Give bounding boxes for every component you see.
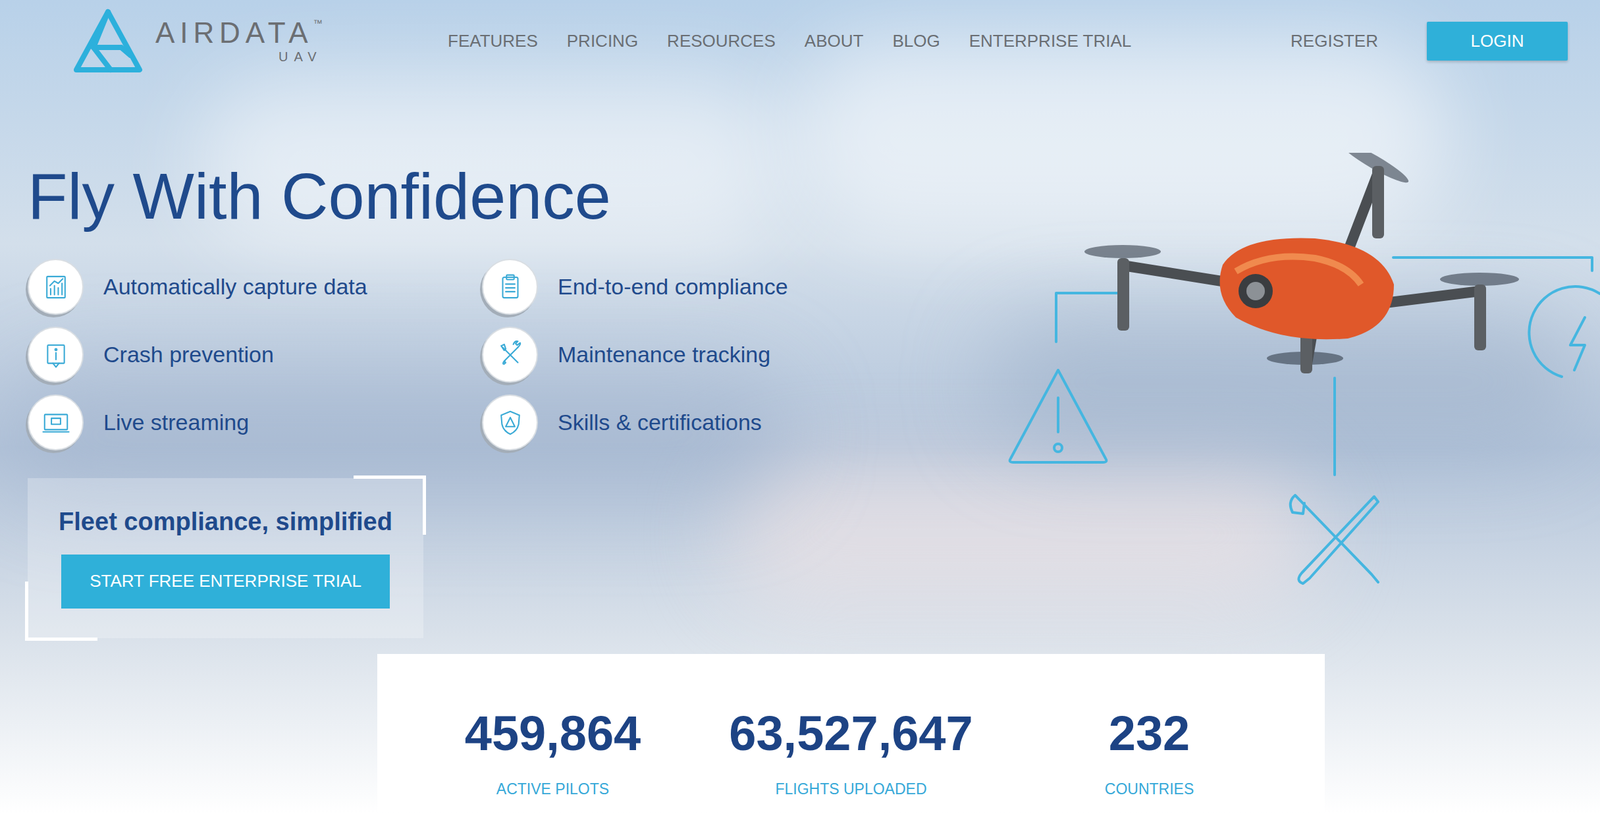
page: AIRDATA™ UAV FEATURES PRICING RESOURCES ABOU… xyxy=(0,0,1600,814)
main-menu: FEATURES PRICING RESOURCES ABOUT BLOG ENTERPR… xyxy=(447,28,1132,54)
logo-icon xyxy=(71,7,145,74)
nav-link[interactable]: RESOURCES xyxy=(666,28,776,54)
logo-trademark: ™ xyxy=(313,18,323,28)
cta-title: Fleet compliance, simplified xyxy=(58,506,393,538)
hero-title: Fly With Confidence xyxy=(27,163,1600,229)
feature-item: Maintenance tracking xyxy=(481,326,1600,383)
feature-label: Automatically capture data xyxy=(103,269,368,304)
cloud xyxy=(790,39,1449,238)
feature-label: End-to-end compliance xyxy=(557,269,789,304)
drone-icon xyxy=(1005,152,1600,588)
cloud xyxy=(724,460,1317,606)
start-trial-button[interactable]: START FREE ENTERPRISE TRIAL xyxy=(61,554,390,609)
nav-link[interactable]: ENTERPRISE TRIAL xyxy=(969,28,1132,54)
feature-item: Automatically capture data xyxy=(27,258,482,315)
nav-link[interactable]: ABOUT xyxy=(804,28,864,54)
stat-value: 232 xyxy=(1108,709,1190,758)
hero: Fly With Confidence Automatically captur… xyxy=(0,163,1600,812)
drone-illustration xyxy=(1005,152,1600,588)
top-nav: AIRDATA™ UAV FEATURES PRICING RESOURCES ABOU… xyxy=(0,0,1600,82)
tools-icon xyxy=(481,326,538,383)
cta-box: Fleet compliance, simplified START FREE E… xyxy=(27,478,424,639)
nav-link[interactable]: FEATURES xyxy=(447,28,538,54)
stat-value: 459,864 xyxy=(464,709,642,758)
logo-name: AIRDATA xyxy=(155,18,314,48)
logo[interactable]: AIRDATA™ UAV xyxy=(71,7,448,74)
stat: 232 COUNTRIES xyxy=(1000,709,1299,812)
stat: 63,527,647 FLIGHTS UPLOADED xyxy=(701,709,1001,812)
feature-item: Skills & certifications xyxy=(481,394,1600,451)
register-link[interactable]: REGISTER xyxy=(1290,28,1379,54)
feature-item: Crash prevention xyxy=(27,326,482,383)
cloud xyxy=(987,316,1581,448)
stat-label: ACTIVE PILOTS xyxy=(496,777,610,801)
feature-label: Crash prevention xyxy=(103,337,274,372)
feature-label: Live streaming xyxy=(103,405,249,440)
auth-links: REGISTER LOGIN xyxy=(1290,21,1568,61)
logo-sub: UAV xyxy=(278,50,323,64)
feature-label: Maintenance tracking xyxy=(557,337,771,372)
stat: 459,864 ACTIVE PILOTS xyxy=(403,709,702,812)
logo-wordmark: AIRDATA™ xyxy=(155,18,323,48)
feature-list: Automatically capture data End-to-end com… xyxy=(27,258,1600,451)
logo-text: AIRDATA™ UAV xyxy=(155,18,323,64)
login-button[interactable]: LOGIN xyxy=(1426,21,1568,61)
stats-card: 459,864 ACTIVE PILOTS 63,527,647 FLIGHTS UP… xyxy=(377,653,1325,812)
shield-icon xyxy=(481,394,538,451)
stat-value: 63,527,647 xyxy=(728,709,973,758)
feature-label: Skills & certifications xyxy=(557,405,762,440)
feature-item: Live streaming xyxy=(27,394,482,451)
clipboard-icon xyxy=(481,258,538,315)
chart-icon xyxy=(27,258,84,315)
nav-link[interactable]: PRICING xyxy=(566,28,639,54)
live-icon xyxy=(27,394,84,451)
nav-link[interactable]: BLOG xyxy=(892,28,940,54)
feature-item: End-to-end compliance xyxy=(481,258,1600,315)
stat-label: COUNTRIES xyxy=(1104,777,1194,801)
info-icon xyxy=(27,326,84,383)
stat-label: FLIGHTS UPLOADED xyxy=(774,777,927,801)
